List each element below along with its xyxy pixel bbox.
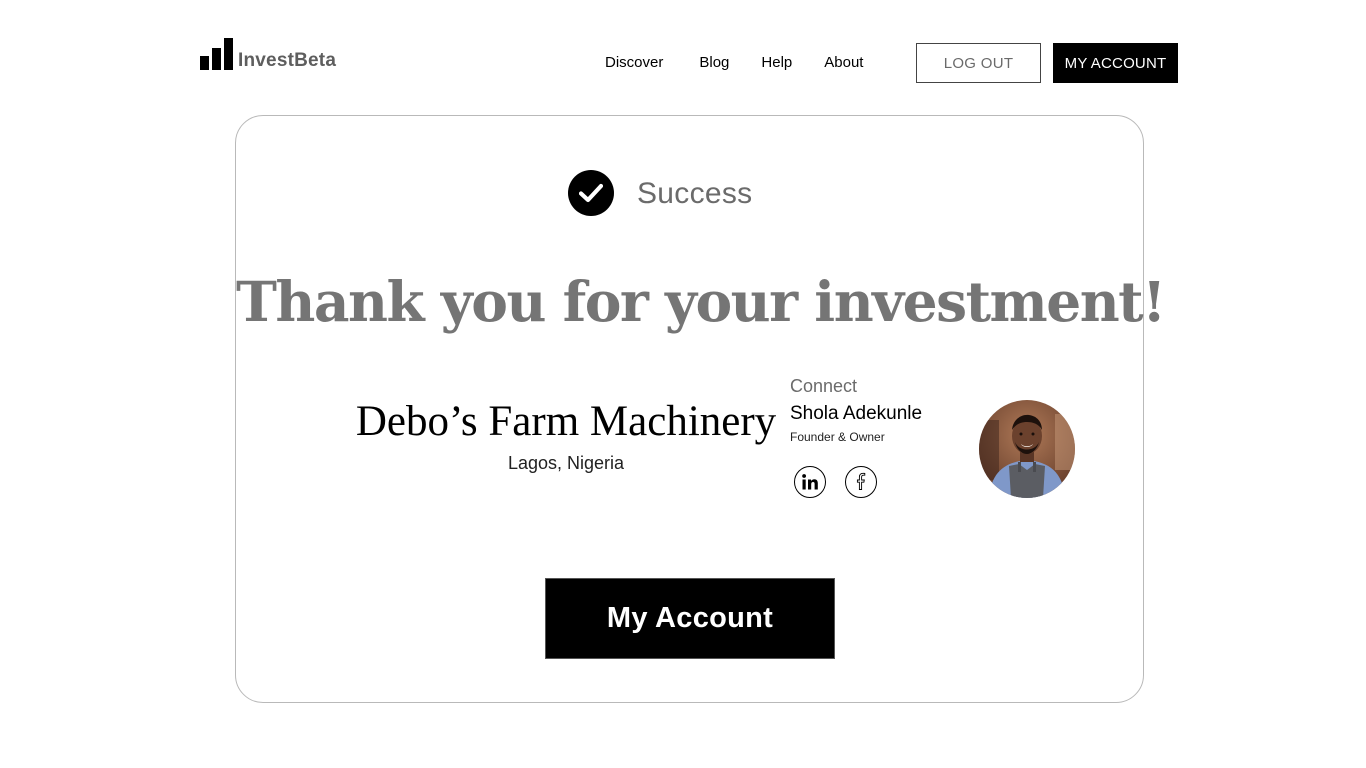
logout-button[interactable]: LOG OUT: [916, 43, 1041, 83]
facebook-icon[interactable]: [845, 466, 877, 498]
brand-name: InvestBeta: [238, 50, 337, 71]
checkmark-circle-icon: [568, 170, 614, 216]
linkedin-icon[interactable]: [794, 466, 826, 498]
header-my-account-button[interactable]: MY ACCOUNT: [1053, 43, 1178, 83]
success-label: Success: [637, 177, 753, 210]
founder-role: Founder & Owner: [790, 430, 885, 444]
nav-item-blog[interactable]: Blog: [699, 54, 729, 72]
company-name: Debo’s Farm Machinery: [355, 398, 777, 445]
company-location: Lagos, Nigeria: [507, 453, 625, 473]
main-nav: Discover Blog Help About: [605, 54, 863, 72]
founder-avatar: [979, 400, 1075, 498]
nav-item-help[interactable]: Help: [761, 54, 792, 72]
investbeta-logo[interactable]: InvestBeta: [200, 36, 336, 70]
my-account-button[interactable]: My Account: [545, 578, 835, 659]
nav-item-about[interactable]: About: [824, 54, 863, 72]
page-title: Thank you for your investment!: [236, 269, 1166, 334]
founder-name: Shola Adekunle: [790, 403, 923, 424]
connect-label: Connect: [790, 376, 858, 396]
bar-chart-logo-icon: [200, 37, 233, 70]
nav-item-discover[interactable]: Discover: [605, 54, 663, 72]
